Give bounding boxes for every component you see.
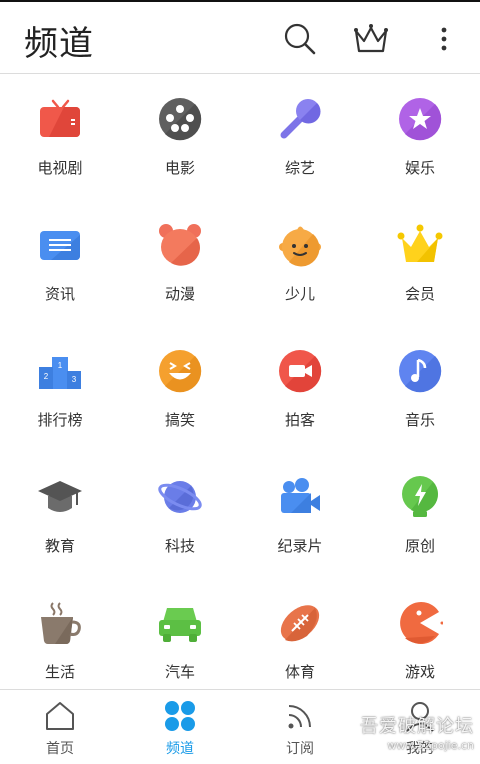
channel-label: 电影 (164, 159, 195, 177)
page-title: 频道 (24, 24, 94, 64)
car-icon (159, 608, 201, 642)
search-icon[interactable] (280, 19, 320, 59)
channel-label: 原创 (404, 537, 435, 555)
film-reel-icon (159, 98, 202, 141)
channel-anime[interactable]: 动漫 (120, 200, 240, 326)
channel-sports[interactable]: 体育 (240, 578, 360, 688)
podium-icon: 12 3 (39, 357, 81, 389)
channel-label: 会员 (404, 285, 435, 303)
channel-label: 资讯 (44, 285, 75, 303)
channel-label: 排行榜 (37, 411, 83, 429)
more-options-icon[interactable] (424, 19, 464, 59)
planet-icon (158, 481, 202, 513)
app-header: 频道 (0, 2, 480, 73)
channel-label: 游戏 (404, 663, 435, 681)
channel-variety[interactable]: 综艺 (240, 74, 360, 200)
coffee-cup-icon (41, 602, 81, 644)
channel-news[interactable]: 资讯 (0, 200, 120, 326)
channel-tech[interactable]: 科技 (120, 452, 240, 578)
graduation-cap-icon (38, 481, 82, 512)
news-icon (40, 231, 80, 260)
channel-entertainment[interactable]: 娱乐 (360, 74, 480, 200)
crown-icon (397, 224, 443, 262)
channel-tv-series[interactable]: 电视剧 (0, 74, 120, 200)
pacman-icon (400, 602, 443, 644)
channel-funny[interactable]: 搞笑 (120, 326, 240, 452)
tab-label: 首页 (46, 741, 74, 757)
channel-label: 汽车 (164, 663, 195, 681)
channel-label: 音乐 (404, 411, 435, 429)
channel-label: 娱乐 (404, 159, 435, 177)
tab-home[interactable]: 首页 (0, 690, 120, 764)
football-icon (280, 605, 320, 642)
tab-label: 订阅 (286, 741, 314, 757)
channel-music[interactable]: 音乐 (360, 326, 480, 452)
channel-label: 科技 (164, 537, 195, 555)
channel-label: 教育 (44, 537, 75, 555)
channel-movie[interactable]: 电影 (120, 74, 240, 200)
user-icon (406, 702, 434, 732)
svg-text:1: 1 (58, 361, 63, 370)
video-camera-icon (279, 350, 322, 393)
lightbulb-icon (402, 476, 438, 517)
star-icon (399, 98, 442, 141)
channel-original[interactable]: 原创 (360, 452, 480, 578)
channel-label: 综艺 (284, 159, 315, 177)
tab-subscribe[interactable]: 订阅 (240, 690, 360, 764)
bottom-tab-bar: 首页 频道 订阅 我的 (0, 689, 480, 764)
channel-label: 生活 (44, 663, 75, 681)
svg-text:2: 2 (44, 372, 49, 381)
channel-games[interactable]: 游戏 (360, 578, 480, 688)
channel-label: 少儿 (284, 285, 315, 303)
channel-dots-icon (165, 701, 195, 731)
tv-icon (40, 99, 80, 137)
kid-face-icon (279, 226, 321, 267)
tab-channel[interactable]: 频道 (120, 690, 240, 764)
channel-life[interactable]: 生活 (0, 578, 120, 688)
channel-vip[interactable]: 会员 (360, 200, 480, 326)
channel-shooter[interactable]: 拍客 (240, 326, 360, 452)
channel-auto[interactable]: 汽车 (120, 578, 240, 688)
channel-label: 搞笑 (164, 411, 195, 429)
channel-label: 拍客 (284, 411, 315, 429)
channel-label: 纪录片 (277, 537, 323, 555)
channel-label: 体育 (284, 663, 315, 681)
channel-label: 动漫 (164, 285, 195, 303)
bear-icon (159, 224, 201, 266)
rss-icon (288, 705, 311, 729)
music-note-icon (399, 350, 442, 393)
home-icon (46, 702, 74, 730)
channel-kids[interactable]: 少儿 (240, 200, 360, 326)
svg-text:3: 3 (72, 375, 77, 384)
camera-icon (281, 478, 320, 513)
channel-grid: 电视剧 电影 综艺 娱乐 资讯 动漫 少儿 会员 12 3 排行榜 搞笑 拍客 音… (0, 74, 480, 688)
microphone-icon (280, 99, 321, 139)
channel-rankings[interactable]: 12 3 排行榜 (0, 326, 120, 452)
tab-mine[interactable]: 我的 (360, 690, 480, 764)
tab-label: 我的 (406, 741, 434, 757)
channel-label: 电视剧 (37, 159, 83, 177)
crown-vip-icon[interactable] (351, 19, 391, 59)
laugh-face-icon (159, 350, 202, 393)
channel-education[interactable]: 教育 (0, 452, 120, 578)
tab-label: 频道 (166, 741, 194, 757)
channel-documentary[interactable]: 纪录片 (240, 452, 360, 578)
